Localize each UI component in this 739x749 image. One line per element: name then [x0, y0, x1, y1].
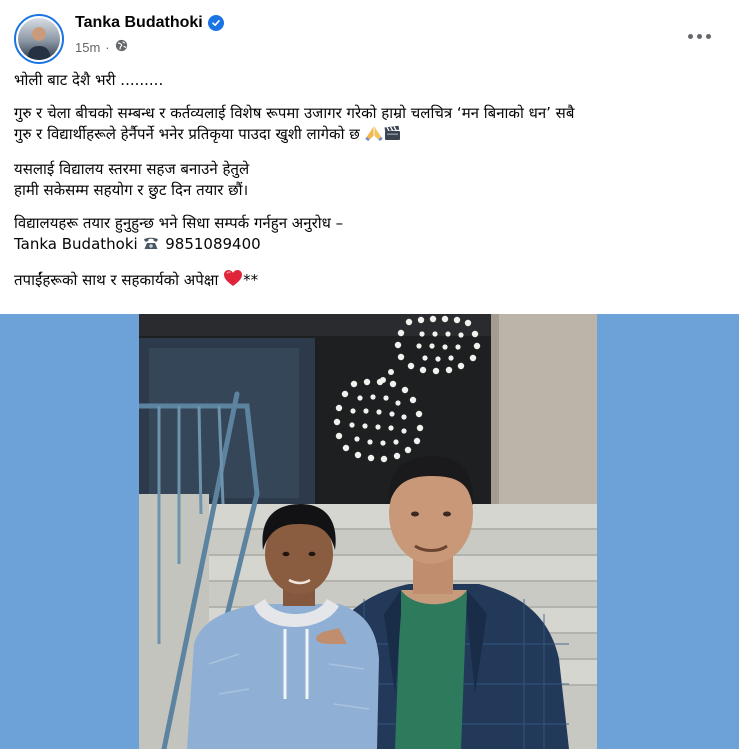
- paragraph-4: विद्यालयहरू तयार हुनुहुन्छ भने सिधा सम्प…: [14, 213, 726, 257]
- paragraph-5: तपाईंहरूको साथ र सहकार्यको अपेक्षा **: [14, 269, 726, 293]
- text-segment: गुरु र विद्यार्थीहरूले हेर्नैपर्ने भनेर …: [14, 125, 365, 143]
- facebook-post: Tanka Budathoki 15m · भोली बाट देशै भरी …: [0, 0, 739, 749]
- verified-badge-icon: [207, 15, 224, 31]
- folded-hands-emoji: [364, 125, 383, 147]
- text-line: भोली बाट देशै भरी .........: [14, 71, 164, 89]
- text-line: यसलाई विद्यालय स्तरमा सहज बनाउने हेतुले: [14, 160, 250, 178]
- phone-number[interactable]: 9851089400: [160, 235, 260, 253]
- contact-line: Tanka Budathoki 9851089400: [14, 234, 726, 257]
- author-name[interactable]: Tanka Budathoki: [75, 14, 203, 32]
- text-segment: तपाईंहरूको साथ र सहकार्यको अपेक्षा: [14, 271, 224, 289]
- clapper-board-emoji: [383, 125, 401, 147]
- meta-separator: ·: [105, 39, 110, 55]
- globe-icon[interactable]: [115, 39, 128, 55]
- contact-name: Tanka Budathoki: [14, 235, 143, 253]
- avatar-image: [18, 18, 60, 60]
- text-line: हामी सकेसम्म सहयोग र छुट दिन तयार छौं।: [14, 181, 249, 199]
- author-avatar[interactable]: [14, 14, 64, 64]
- post-photo-frame[interactable]: [0, 314, 739, 749]
- paragraph-2: गुरु र चेला बीचको सम्बन्ध र कर्तव्यलाई व…: [14, 103, 726, 147]
- telephone-emoji: [142, 235, 160, 257]
- paragraph-3: यसलाई विद्यालय स्तरमा सहज बनाउने हेतुले …: [14, 159, 726, 201]
- text-line: विद्यालयहरू तयार हुनुहुन्छ भने सिधा सम्प…: [14, 214, 344, 232]
- text-line: गुरु र विद्यार्थीहरूले हेर्नैपर्ने भनेर …: [14, 124, 726, 147]
- more-options-icon[interactable]: [685, 26, 713, 46]
- post-time[interactable]: 15m: [75, 40, 100, 55]
- post-text: भोली बाट देशै भरी ......... गुरु र चेला …: [14, 70, 726, 305]
- text-line: गुरु र चेला बीचको सम्बन्ध र कर्तव्यलाई व…: [14, 104, 575, 122]
- post-meta: 15m ·: [75, 39, 128, 55]
- post-author: Tanka Budathoki: [75, 14, 224, 32]
- text-line: तपाईंहरूको साथ र सहकार्यको अपेक्षा **: [14, 269, 726, 293]
- ending-text: **: [243, 271, 259, 289]
- post-photo[interactable]: [139, 314, 597, 749]
- paragraph-1: भोली बाट देशै भरी .........: [14, 70, 726, 91]
- red-heart-emoji: [223, 269, 243, 293]
